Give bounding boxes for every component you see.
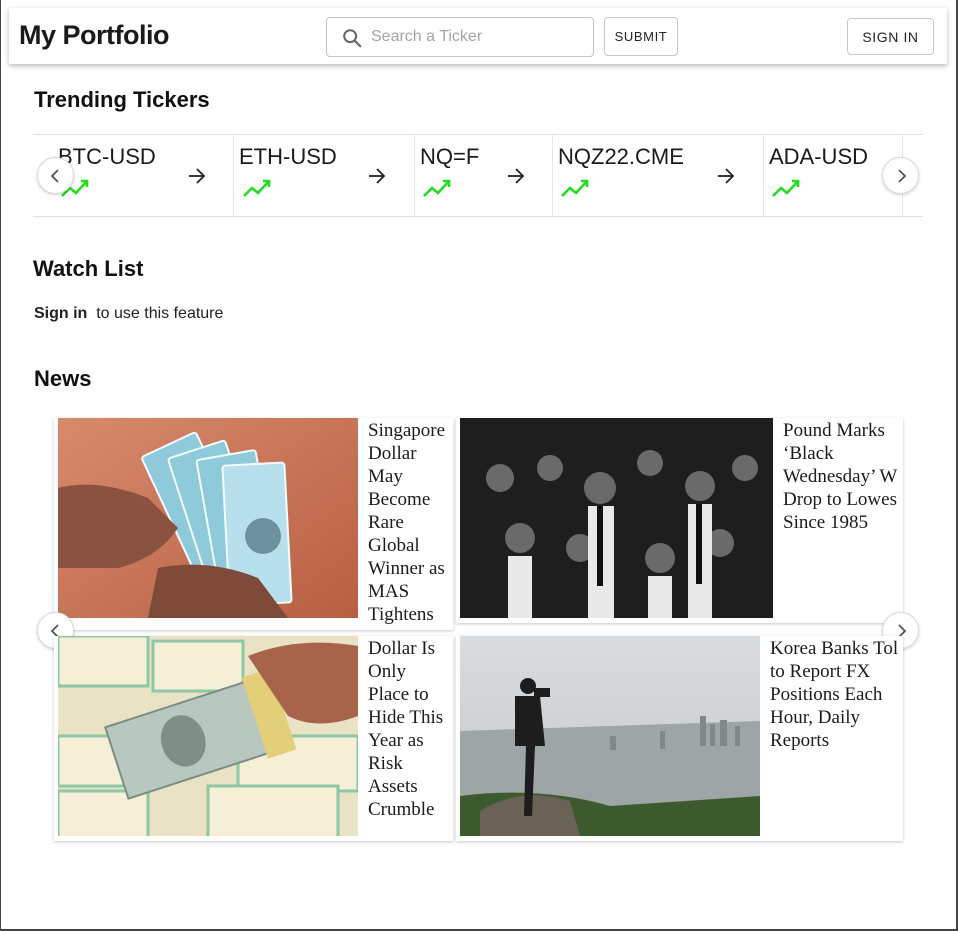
news-card[interactable]: Dollar Is Only Place to Hide This Year a… bbox=[54, 636, 453, 841]
news-card[interactable]: Singapore Dollar May Become Rare Global … bbox=[54, 418, 453, 630]
trending-up-icon bbox=[772, 179, 800, 197]
sign-in-button[interactable]: SIGN IN bbox=[847, 18, 934, 55]
trending-up-icon bbox=[561, 179, 589, 197]
watchlist-message: Sign in to use this feature bbox=[34, 305, 223, 323]
trending-ticker-carousel: BTC-USD ETH-USD NQ=F NQZ22.CME ADA-USD bbox=[33, 134, 923, 217]
news-headline[interactable]: Pound Marks ‘Black Wednesday’ W Drop to … bbox=[783, 419, 903, 534]
sign-in-link[interactable]: Sign in bbox=[34, 305, 87, 322]
news-card[interactable]: Korea Banks Tol to Report FX Positions E… bbox=[456, 636, 903, 841]
watchlist-title: Watch List bbox=[33, 256, 144, 281]
ticker-card-nqz22-cme[interactable]: NQZ22.CME bbox=[553, 135, 764, 216]
trading-floor-photo bbox=[460, 418, 773, 618]
submit-button[interactable]: SUBMIT bbox=[604, 17, 678, 56]
ticker-symbol: ADA-USD bbox=[769, 144, 869, 169]
trending-up-icon bbox=[243, 179, 271, 197]
dollar-bills-photo bbox=[58, 636, 358, 836]
ticker-next-button[interactable] bbox=[882, 157, 919, 194]
trending-up-icon bbox=[423, 179, 451, 197]
arrow-right-icon[interactable] bbox=[716, 166, 736, 186]
watchlist-message-text: to use this feature bbox=[96, 305, 224, 322]
news-headline[interactable]: Singapore Dollar May Become Rare Global … bbox=[368, 419, 453, 626]
arrow-right-icon[interactable] bbox=[367, 166, 387, 186]
search-box[interactable] bbox=[326, 17, 594, 57]
search-icon bbox=[343, 29, 362, 48]
ticker-card-eth-usd[interactable]: ETH-USD bbox=[234, 135, 415, 216]
app-logo[interactable]: My Portfolio bbox=[19, 20, 170, 51]
seoul-photographer-photo bbox=[460, 636, 760, 836]
ticker-symbol: ETH-USD bbox=[239, 144, 337, 169]
app-header: My Portfolio SUBMIT SIGN IN bbox=[9, 8, 947, 64]
chevron-right-icon bbox=[897, 168, 906, 183]
news-headline[interactable]: Dollar Is Only Place to Hide This Year a… bbox=[368, 637, 453, 821]
search-input[interactable] bbox=[371, 26, 581, 48]
ticker-symbol: NQZ22.CME bbox=[558, 144, 684, 169]
ticker-prev-button[interactable] bbox=[37, 157, 74, 194]
ticker-row: BTC-USD ETH-USD NQ=F NQZ22.CME ADA-USD bbox=[33, 135, 923, 216]
singapore-dollar-notes-photo bbox=[58, 418, 358, 618]
ticker-symbol: NQ=F bbox=[420, 144, 480, 169]
news-headline[interactable]: Korea Banks Tol to Report FX Positions E… bbox=[770, 637, 903, 752]
ticker-symbol: BTC-USD bbox=[58, 144, 156, 169]
trending-title: Trending Tickers bbox=[34, 87, 210, 112]
news-title: News bbox=[34, 366, 92, 391]
ticker-card-nq-f[interactable]: NQ=F bbox=[415, 135, 553, 216]
chevron-left-icon bbox=[50, 168, 59, 183]
arrow-right-icon[interactable] bbox=[506, 166, 526, 186]
news-card[interactable]: Pound Marks ‘Black Wednesday’ W Drop to … bbox=[456, 418, 903, 623]
arrow-right-icon[interactable] bbox=[187, 166, 207, 186]
